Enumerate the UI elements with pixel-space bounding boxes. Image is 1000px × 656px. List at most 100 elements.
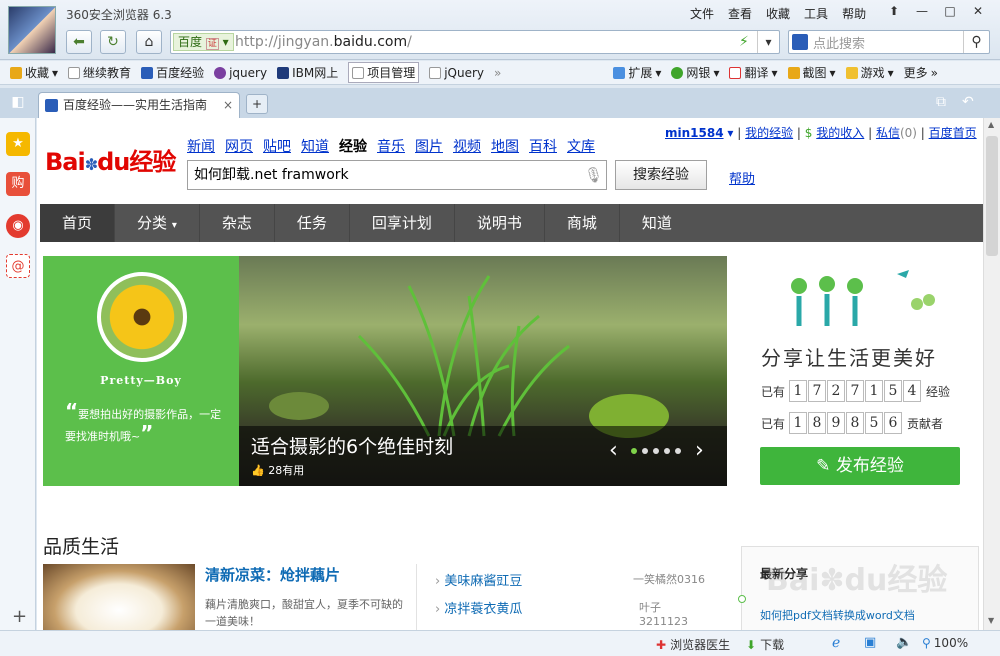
shopping-icon[interactable]: 购 bbox=[6, 172, 30, 196]
speed-mode-icon[interactable]: ⚡ bbox=[739, 34, 749, 50]
back-button[interactable]: ⬅ bbox=[66, 30, 92, 54]
bookmark-item[interactable]: 项目管理 bbox=[348, 62, 420, 83]
top-nav-web[interactable]: 网页 bbox=[225, 136, 253, 156]
top-nav-music[interactable]: 音乐 bbox=[377, 136, 405, 156]
search-input[interactable]: 如何卸载.net framwork 🎙 bbox=[187, 160, 607, 190]
username-link[interactable]: min1584 bbox=[665, 126, 724, 140]
main-nav-mall[interactable]: 商城 bbox=[545, 204, 620, 242]
list-author[interactable]: 叶子3211123 bbox=[639, 599, 705, 628]
bookmark-item[interactable]: IBM网上 bbox=[277, 64, 338, 81]
user-dropdown-icon[interactable]: ▾ bbox=[727, 126, 733, 140]
top-nav-video[interactable]: 视频 bbox=[453, 136, 481, 156]
tab-active[interactable]: 百度经验——实用生活指南 × bbox=[38, 92, 240, 118]
messages-link[interactable]: 私信 bbox=[876, 126, 900, 140]
toolbar-screenshot[interactable]: 截图 ▾ bbox=[787, 64, 836, 81]
bookmark-item[interactable]: 百度经验 bbox=[141, 64, 204, 81]
bookmark-item[interactable]: jquery bbox=[214, 66, 267, 80]
minimize-button[interactable]: — bbox=[908, 2, 936, 20]
page-scrollbar[interactable]: ▲ ▼ bbox=[983, 118, 1000, 630]
bookmark-item[interactable]: 继续教育 bbox=[68, 64, 131, 81]
author-avatar[interactable] bbox=[97, 272, 187, 362]
zoom-level[interactable]: ⚲ 100% bbox=[922, 636, 968, 650]
star-icon[interactable]: ★ bbox=[6, 132, 30, 156]
maximize-button[interactable]: □ bbox=[936, 2, 964, 20]
browser-doctor[interactable]: ✚ 浏览器医生 bbox=[656, 636, 730, 653]
search-placeholder[interactable]: 点此搜索 bbox=[813, 33, 865, 52]
latest-share-link[interactable]: 如何把pdf文档转换成word文档 bbox=[760, 607, 915, 623]
carousel-dot[interactable] bbox=[631, 448, 637, 454]
help-link[interactable]: 帮助 bbox=[729, 168, 755, 187]
sidebar-toggle-icon[interactable]: ◧ bbox=[6, 94, 30, 114]
search-icon[interactable]: ⚲ bbox=[963, 31, 989, 53]
user-avatar[interactable] bbox=[8, 6, 56, 54]
baidu-home-link[interactable]: 百度首页 bbox=[929, 126, 977, 140]
my-experience-link[interactable]: 我的经验 bbox=[745, 126, 793, 140]
home-button[interactable]: ⌂ bbox=[136, 30, 162, 54]
feature-image[interactable] bbox=[43, 564, 195, 630]
carousel-dot[interactable] bbox=[642, 448, 648, 454]
main-nav-reward-plan[interactable]: 回享计划 bbox=[350, 204, 455, 242]
skin-icon[interactable]: ⬆ bbox=[880, 2, 908, 20]
window-icon[interactable]: ▣ bbox=[864, 635, 876, 650]
baidu-paw-icon[interactable] bbox=[792, 34, 808, 50]
carousel-prev-icon[interactable]: ‹ bbox=[609, 438, 618, 463]
weibo-icon[interactable]: ◉ bbox=[6, 214, 30, 238]
scroll-up-icon[interactable]: ▲ bbox=[988, 120, 994, 129]
main-nav-manual[interactable]: 说明书 bbox=[455, 204, 545, 242]
baidu-jingyan-logo[interactable]: Bai✽du经验 bbox=[45, 142, 176, 177]
browser-search-box[interactable]: 点此搜索 ⚲ bbox=[788, 30, 990, 54]
menu-favorites[interactable]: 收藏 bbox=[766, 5, 790, 22]
top-nav-tieba[interactable]: 贴吧 bbox=[263, 136, 291, 156]
main-nav-category[interactable]: 分类 ▾ bbox=[115, 204, 200, 242]
menu-help[interactable]: 帮助 bbox=[842, 5, 866, 22]
top-nav-map[interactable]: 地图 bbox=[491, 136, 519, 156]
top-nav-image[interactable]: 图片 bbox=[415, 136, 443, 156]
main-nav-zhidao[interactable]: 知道 bbox=[620, 204, 694, 242]
feature-title-link[interactable]: 清新凉菜：炝拌藕片 bbox=[205, 564, 340, 585]
address-dropdown-icon[interactable]: ▾ bbox=[757, 31, 779, 53]
toolbar-translate[interactable]: 翻译 ▾ bbox=[729, 64, 778, 81]
list-author[interactable]: 一笑橘然0316 bbox=[633, 571, 705, 587]
search-button[interactable]: 搜索经验 bbox=[615, 160, 707, 190]
top-nav-news[interactable]: 新闻 bbox=[187, 136, 215, 156]
list-item[interactable]: › 凉拌蓑衣黄瓜 叶子3211123 bbox=[435, 598, 705, 628]
refresh-button[interactable]: ↻ bbox=[100, 30, 126, 54]
bookmark-favorites[interactable]: 收藏 ▾ bbox=[10, 64, 58, 81]
close-tab-icon[interactable]: × bbox=[223, 93, 233, 117]
bookmark-item[interactable]: jQuery bbox=[429, 66, 484, 80]
hero-banner-image[interactable]: 适合摄影的6个绝佳时刻 👍 28有用 ‹ › bbox=[239, 256, 727, 486]
address-url[interactable]: http://jingyan.baidu.com/ bbox=[235, 34, 412, 50]
downloads[interactable]: ⬇ 下载 bbox=[746, 636, 784, 653]
main-nav-tasks[interactable]: 任务 bbox=[275, 204, 350, 242]
main-nav-magazine[interactable]: 杂志 bbox=[200, 204, 275, 242]
carousel-next-icon[interactable]: › bbox=[695, 438, 704, 463]
email-icon[interactable]: @ bbox=[6, 254, 30, 278]
toolbar-extensions[interactable]: 扩展 ▾ bbox=[613, 64, 661, 81]
menu-file[interactable]: 文件 bbox=[690, 5, 714, 22]
speaker-icon[interactable]: 🔈 bbox=[896, 635, 912, 650]
publish-experience-button[interactable]: ✎ 发布经验 bbox=[760, 447, 960, 485]
restore-tab-icon[interactable]: ⧉ bbox=[936, 94, 946, 110]
carousel-dot[interactable] bbox=[664, 448, 670, 454]
menu-view[interactable]: 查看 bbox=[728, 5, 752, 22]
undo-close-icon[interactable]: ↶ bbox=[962, 94, 974, 110]
main-nav-home[interactable]: 首页 bbox=[40, 204, 116, 242]
new-tab-button[interactable]: + bbox=[246, 94, 268, 114]
toolbar-more[interactable]: 更多 » bbox=[904, 64, 938, 81]
toolbar-ebank[interactable]: 网银 ▾ bbox=[671, 64, 719, 81]
sidebar-add-button[interactable]: + bbox=[12, 606, 27, 627]
address-engine-selector[interactable]: 百度 证 ▾ bbox=[173, 33, 234, 51]
list-item[interactable]: › 美味麻酱豇豆 一笑橘然0316 bbox=[435, 570, 705, 589]
hero-caption-title[interactable]: 适合摄影的6个绝佳时刻 bbox=[251, 432, 453, 459]
top-nav-zhidao[interactable]: 知道 bbox=[301, 136, 329, 156]
carousel-dot[interactable] bbox=[675, 448, 681, 454]
address-bar[interactable]: 百度 证 ▾ http://jingyan.baidu.com/ ⚡ ▾ bbox=[170, 30, 780, 54]
close-window-button[interactable]: ✕ bbox=[964, 2, 992, 20]
top-nav-baike[interactable]: 百科 bbox=[529, 136, 557, 156]
microphone-icon[interactable]: 🎙 bbox=[584, 161, 603, 189]
top-nav-wenku[interactable]: 文库 bbox=[567, 136, 595, 156]
menu-tools[interactable]: 工具 bbox=[804, 5, 828, 22]
my-income-link[interactable]: 我的收入 bbox=[816, 126, 864, 140]
ie-mode-icon[interactable]: ℯ bbox=[832, 635, 840, 651]
author-name[interactable]: Pretty—Boy bbox=[43, 374, 239, 387]
